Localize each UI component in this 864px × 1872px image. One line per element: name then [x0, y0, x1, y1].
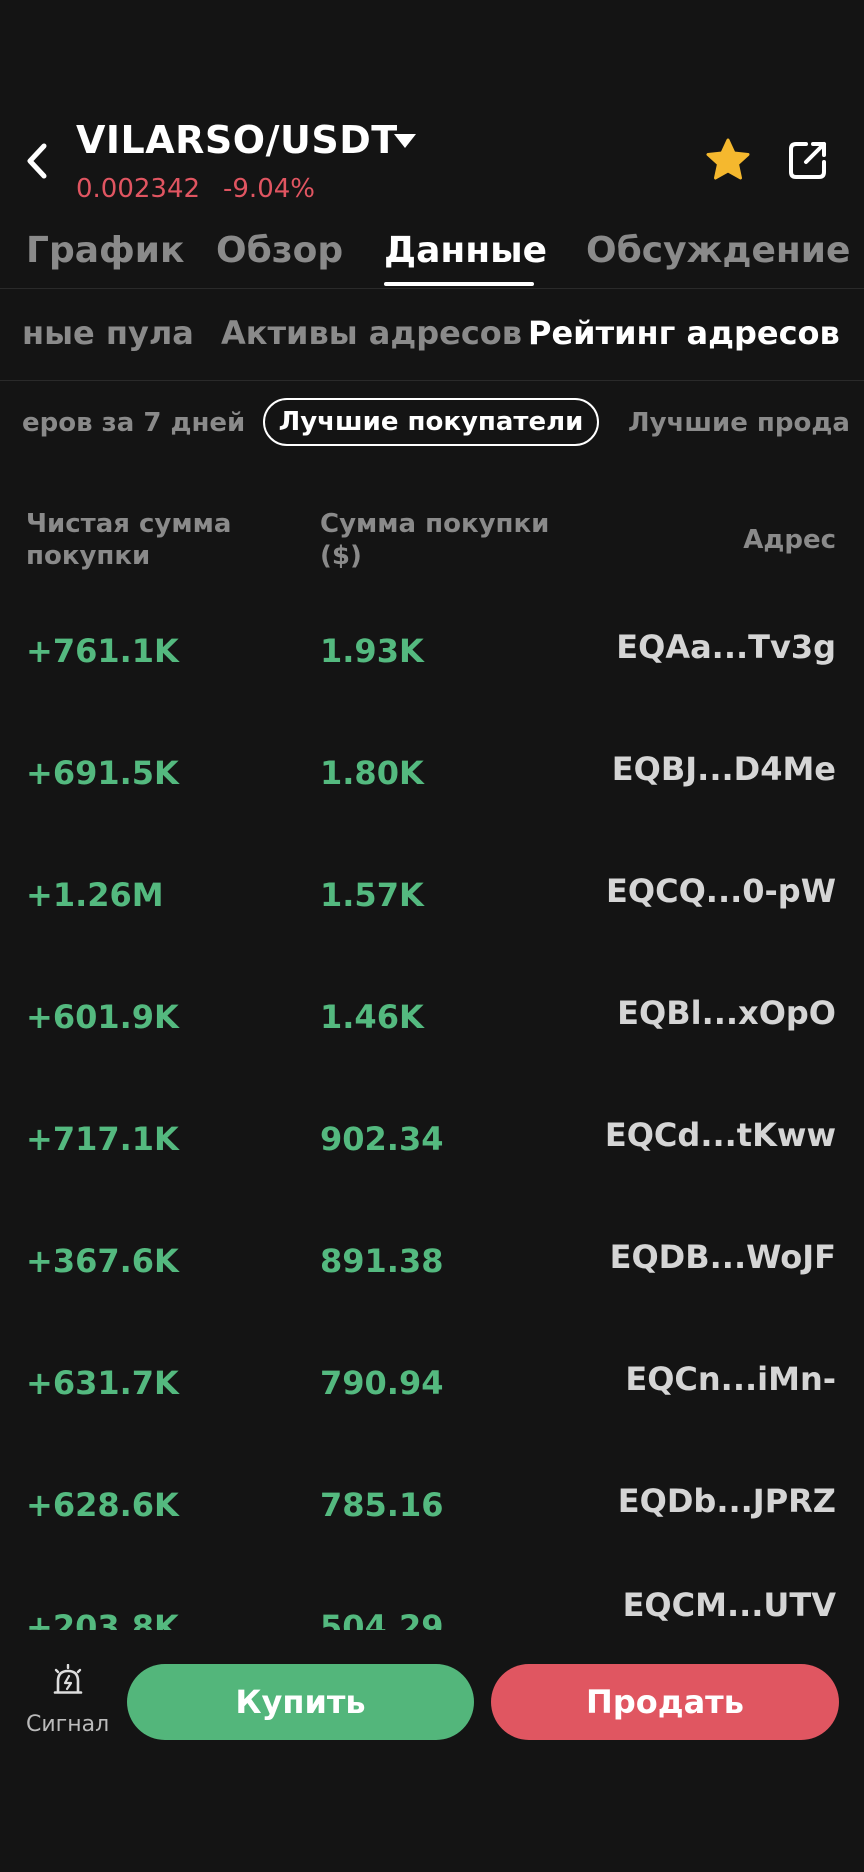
- filter-top-buyers[interactable]: Лучшие покупатели: [263, 398, 599, 446]
- address-value: EQBl...xOpO: [617, 994, 836, 1032]
- address-value: EQCM...UTV: [622, 1586, 836, 1624]
- subtab-pool-data[interactable]: ные пула: [22, 314, 194, 352]
- table-row[interactable]: +628.6K 785.16 EQDb...JPRZ: [0, 1464, 864, 1544]
- buy-amount-value: 891.38: [320, 1242, 444, 1280]
- address-value: EQCQ...0-pW: [606, 872, 836, 910]
- subtab-address-activity[interactable]: Активы адресов: [221, 314, 522, 352]
- signal-label: Сигнал: [26, 1712, 110, 1737]
- favorite-star-icon[interactable]: [704, 136, 752, 184]
- table-row[interactable]: +717.1K 902.34 EQCd...tKww: [0, 1098, 864, 1178]
- net-buy-value: +1.26M: [26, 876, 164, 914]
- alarm-icon: [53, 1664, 83, 1694]
- back-button[interactable]: [22, 138, 56, 184]
- buy-amount-value: 1.80K: [320, 754, 424, 792]
- address-value: EQAa...Tv3g: [616, 628, 836, 666]
- address-value: EQCd...tKww: [604, 1116, 836, 1154]
- subtab-address-rating[interactable]: Рейтинг адресов: [528, 314, 840, 352]
- tab-chart[interactable]: График: [26, 230, 184, 271]
- table-row[interactable]: +367.6K 891.38 EQDB...WoJF: [0, 1220, 864, 1300]
- buy-amount-value: 790.94: [320, 1364, 444, 1402]
- pair-dropdown-icon[interactable]: [392, 130, 418, 152]
- net-buy-value: +367.6K: [26, 1242, 179, 1280]
- net-buy-value: +601.9K: [26, 998, 179, 1036]
- divider: [0, 380, 864, 381]
- column-header-buy-amount: Сумма покупки ($): [320, 509, 550, 571]
- chevron-left-icon: [27, 143, 47, 179]
- column-header-address: Адрес: [743, 525, 836, 555]
- buy-amount-value: 785.16: [320, 1486, 444, 1524]
- net-buy-value: +628.6K: [26, 1486, 179, 1524]
- table-row[interactable]: +601.9K 1.46K EQBl...xOpO: [0, 976, 864, 1056]
- buy-button[interactable]: Купить: [127, 1664, 474, 1740]
- address-value: EQDB...WoJF: [609, 1238, 836, 1276]
- table-row[interactable]: +631.7K 790.94 EQCn...iMn-: [0, 1342, 864, 1422]
- pair-title[interactable]: VILARSO/USDT: [76, 118, 398, 162]
- net-buy-value: +761.1K: [26, 632, 179, 670]
- tab-overview[interactable]: Обзор: [216, 230, 343, 271]
- divider: [0, 288, 864, 289]
- net-buy-value: +691.5K: [26, 754, 179, 792]
- table-row[interactable]: +691.5K 1.80K EQBJ...D4Me: [0, 732, 864, 812]
- tab-discussion[interactable]: Обсуждение: [586, 230, 850, 271]
- buy-amount-value: 1.57K: [320, 876, 424, 914]
- price-change: -9.04%: [223, 174, 315, 204]
- filter-traders-7d[interactable]: еров за 7 дней: [22, 408, 245, 438]
- address-value: EQBJ...D4Me: [611, 750, 836, 788]
- net-buy-value: +631.7K: [26, 1364, 179, 1402]
- net-buy-value: +717.1K: [26, 1120, 179, 1158]
- buy-amount-value: 902.34: [320, 1120, 444, 1158]
- address-value: EQCn...iMn-: [625, 1360, 836, 1398]
- sell-button[interactable]: Продать: [491, 1664, 839, 1740]
- address-value: EQDb...JPRZ: [617, 1482, 836, 1520]
- table-row[interactable]: +1.26M 1.57K EQCQ...0-pW: [0, 854, 864, 934]
- active-tab-indicator: [384, 282, 534, 286]
- buy-amount-value: 1.93K: [320, 632, 424, 670]
- table-row[interactable]: +761.1K 1.93K EQAa...Tv3g: [0, 610, 864, 690]
- buy-amount-value: 1.46K: [320, 998, 424, 1036]
- price-value: 0.002342: [76, 174, 201, 204]
- filter-top-sellers[interactable]: Лучшие прода: [628, 408, 850, 438]
- tab-data[interactable]: Данные: [384, 230, 547, 271]
- share-icon[interactable]: [786, 138, 830, 182]
- column-header-net-buy: Чистая сумма покупки: [26, 509, 232, 571]
